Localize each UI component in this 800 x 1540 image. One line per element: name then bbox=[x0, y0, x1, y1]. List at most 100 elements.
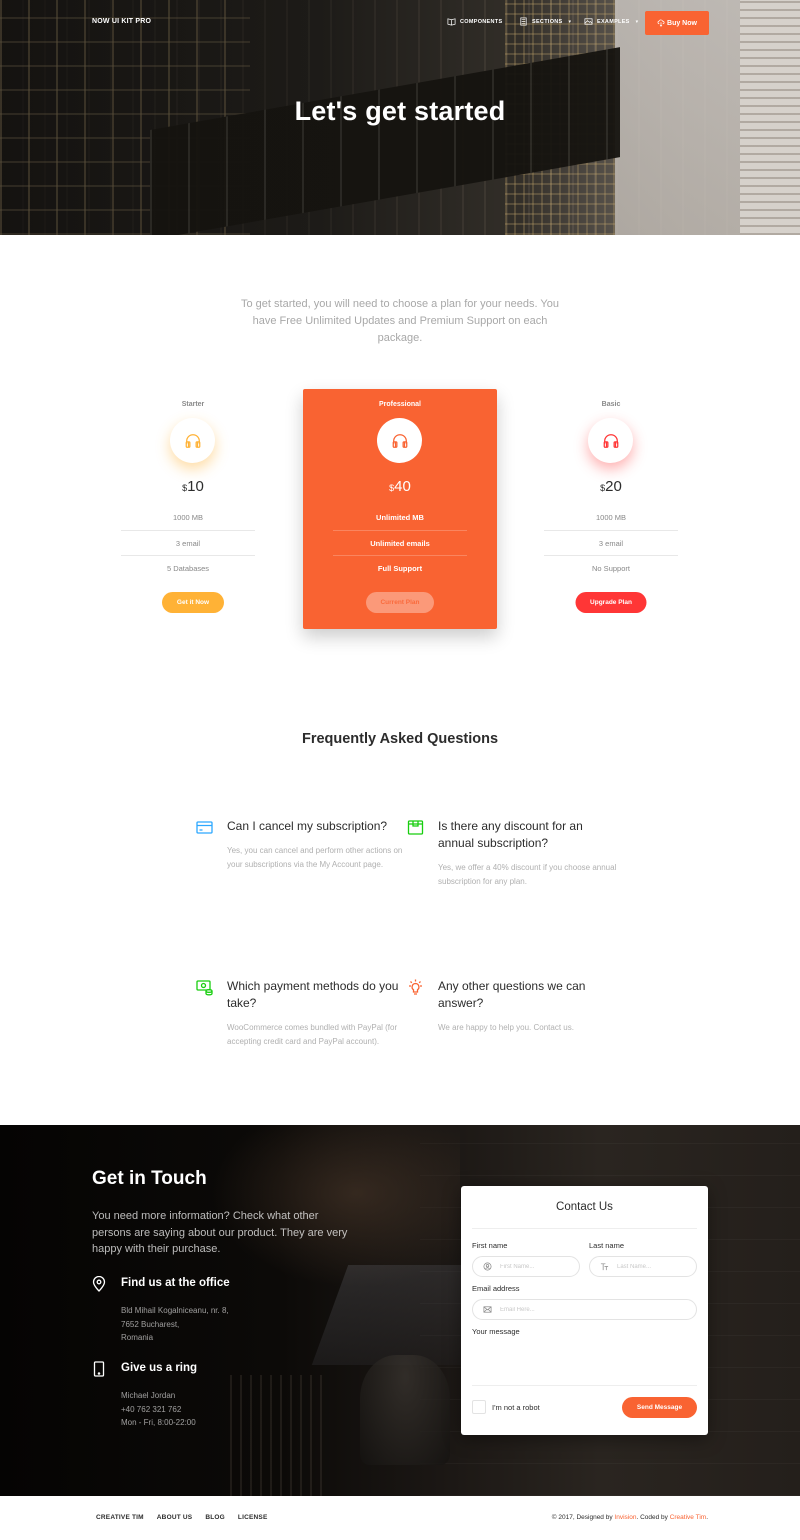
plan-feature: Unlimited emails bbox=[333, 531, 467, 556]
money-icon bbox=[196, 980, 213, 996]
copyright-text: . Coded by bbox=[636, 1514, 670, 1521]
headphones-icon bbox=[185, 433, 200, 448]
footer: CREATIVE TIM ABOUT US BLOG LICENSE © 201… bbox=[0, 1496, 800, 1540]
plan-feature: 3 email bbox=[544, 531, 678, 556]
buy-now-button[interactable]: Buy Now bbox=[645, 11, 709, 35]
nav-item-label: EXAMPLES bbox=[597, 18, 630, 25]
office-title: Find us at the office bbox=[121, 1277, 230, 1289]
phone-details: Michael Jordan +40 762 321 762 Mon - Fri… bbox=[121, 1391, 196, 1427]
plan-feature: 3 email bbox=[121, 531, 255, 556]
cloud-download-icon bbox=[657, 19, 665, 27]
bulb-icon bbox=[409, 979, 422, 995]
office-address: Bld Mihail Kogalniceanu, nr. 8, 7652 Buc… bbox=[121, 1306, 229, 1342]
faq-item: Can I cancel my subscription? Yes, you c… bbox=[196, 818, 407, 871]
faq-item: Which payment methods do you take? WooCo… bbox=[196, 978, 407, 1048]
plan-features: 1000 MB 3 email No Support bbox=[544, 505, 678, 582]
copyright-text: . bbox=[706, 1514, 708, 1521]
copyright: © 2017, Designed by Invision. Coded by C… bbox=[552, 1514, 708, 1521]
footer-link-creative-tim[interactable]: CREATIVE TIM bbox=[96, 1514, 144, 1521]
faq-answer: Yes, we offer a 40% discount if you choo… bbox=[438, 863, 617, 886]
plan-feature: Full Support bbox=[377, 564, 423, 573]
buy-now-label: Buy Now bbox=[667, 19, 697, 27]
last-name-field[interactable] bbox=[589, 1256, 697, 1277]
last-name-input[interactable] bbox=[617, 1263, 685, 1270]
plan-price: $10 bbox=[182, 478, 204, 495]
nav-item-sections[interactable]: SECTIONS ▾ bbox=[519, 17, 571, 26]
copyright-text: © 2017, Designed by bbox=[551, 1514, 615, 1521]
divider bbox=[472, 1228, 697, 1229]
headphones-icon bbox=[603, 433, 618, 448]
faq-question: Can I cancel my subscription? bbox=[227, 819, 388, 833]
plan-features: 1000 MB 3 email 5 Databases bbox=[121, 505, 255, 582]
caret-down-icon: ▾ bbox=[568, 18, 572, 25]
invision-link[interactable]: Invision bbox=[614, 1514, 636, 1521]
footer-link-blog[interactable]: BLOG bbox=[205, 1514, 225, 1521]
user-circle-icon bbox=[483, 1262, 492, 1271]
plan-features: Unlimited MB Unlimited emails Full Suppo… bbox=[333, 505, 467, 582]
pricing-card-basic: Basic $20 1000 MB 3 email No Support Upg… bbox=[514, 389, 708, 629]
last-name-label: Last name bbox=[589, 1241, 625, 1250]
pricing-card-starter: Starter $10 1000 MB 3 email 5 Databases … bbox=[96, 389, 290, 629]
plan-icon-circle bbox=[170, 418, 215, 463]
hero-title: Let's get started bbox=[294, 96, 506, 126]
message-label: Your message bbox=[472, 1327, 520, 1336]
plan-icon-circle bbox=[588, 418, 633, 463]
current-plan-button[interactable]: Current Plan bbox=[366, 592, 434, 613]
message-textarea[interactable] bbox=[472, 1342, 697, 1386]
plan-name: Professional bbox=[378, 401, 421, 408]
faq-item: Any other questions we can answer? We ar… bbox=[409, 978, 618, 1035]
first-name-field[interactable] bbox=[472, 1256, 580, 1277]
send-message-button[interactable]: Send Message bbox=[622, 1397, 697, 1418]
faq-question: Which payment methods do you take? bbox=[227, 979, 399, 1010]
plan-price: $40 bbox=[389, 478, 411, 495]
nav-item-label: COMPONENTS bbox=[460, 18, 503, 25]
nav-item-components[interactable]: COMPONENTS bbox=[447, 17, 502, 26]
first-name-label: First name bbox=[472, 1241, 508, 1250]
contact-background-mug bbox=[360, 1355, 450, 1465]
plan-feature: 5 Databases bbox=[166, 564, 210, 573]
plan-feature: 1000 MB bbox=[121, 505, 255, 531]
plan-icon-circle bbox=[377, 418, 422, 463]
brand-logo[interactable]: NOW UI KIT PRO bbox=[92, 18, 151, 25]
email-input[interactable] bbox=[500, 1306, 650, 1313]
layout-icon bbox=[520, 17, 527, 26]
contact-background-table bbox=[230, 1375, 330, 1496]
hero-section: NOW UI KIT PRO COMPONENTS SECTIONS ▾ EXA… bbox=[0, 0, 800, 235]
email-field[interactable] bbox=[472, 1299, 697, 1320]
faq-item: Is there any discount for an annual subs… bbox=[407, 818, 618, 888]
plan-name: Basic bbox=[601, 401, 621, 408]
email-label: Email address bbox=[472, 1284, 520, 1293]
pricing-intro: To get started, you will need to choose … bbox=[241, 298, 559, 344]
faq-answer: Yes, you can cancel and perform other ac… bbox=[227, 846, 403, 869]
contact-description: You need more information? Check what ot… bbox=[92, 1210, 348, 1255]
box-icon bbox=[407, 820, 424, 835]
envelope-icon bbox=[483, 1306, 492, 1313]
plan-feature: No Support bbox=[592, 564, 630, 573]
map-pin-icon bbox=[92, 1276, 106, 1292]
recaptcha-label: I'm not a robot bbox=[492, 1403, 540, 1412]
phone-title: Give us a ring bbox=[121, 1362, 198, 1374]
footer-link-license[interactable]: LICENSE bbox=[238, 1514, 268, 1521]
footer-link-about-us[interactable]: ABOUT US bbox=[157, 1514, 193, 1521]
book-icon bbox=[447, 18, 456, 26]
plan-name: Starter bbox=[181, 401, 205, 408]
navbar: NOW UI KIT PRO COMPONENTS SECTIONS ▾ EXA… bbox=[0, 0, 800, 44]
contact-title: Get in Touch bbox=[92, 1168, 207, 1189]
first-name-input[interactable] bbox=[500, 1263, 568, 1270]
image-icon bbox=[584, 18, 593, 25]
creative-tim-link[interactable]: Creative Tim bbox=[670, 1514, 706, 1521]
faq-answer: WooCommerce comes bundled with PayPal (f… bbox=[227, 1023, 398, 1046]
nav-item-label: SECTIONS bbox=[532, 18, 563, 25]
recaptcha-checkbox[interactable] bbox=[472, 1400, 486, 1414]
credit-card-icon bbox=[196, 821, 213, 834]
nav-item-examples[interactable]: EXAMPLES ▾ bbox=[584, 17, 638, 26]
upgrade-plan-button[interactable]: Upgrade Plan bbox=[575, 592, 647, 613]
pricing-card-professional: Professional $40 Unlimited MB Unlimited … bbox=[303, 389, 497, 629]
contact-form-title: Contact Us bbox=[556, 1201, 613, 1213]
get-it-now-button[interactable]: Get it Now bbox=[162, 592, 224, 613]
plan-feature: 1000 MB bbox=[544, 505, 678, 531]
text-icon bbox=[600, 1263, 609, 1271]
headphones-icon bbox=[392, 433, 407, 448]
footer-links: CREATIVE TIM ABOUT US BLOG LICENSE bbox=[96, 1514, 267, 1521]
faq-title: Frequently Asked Questions bbox=[301, 731, 499, 747]
